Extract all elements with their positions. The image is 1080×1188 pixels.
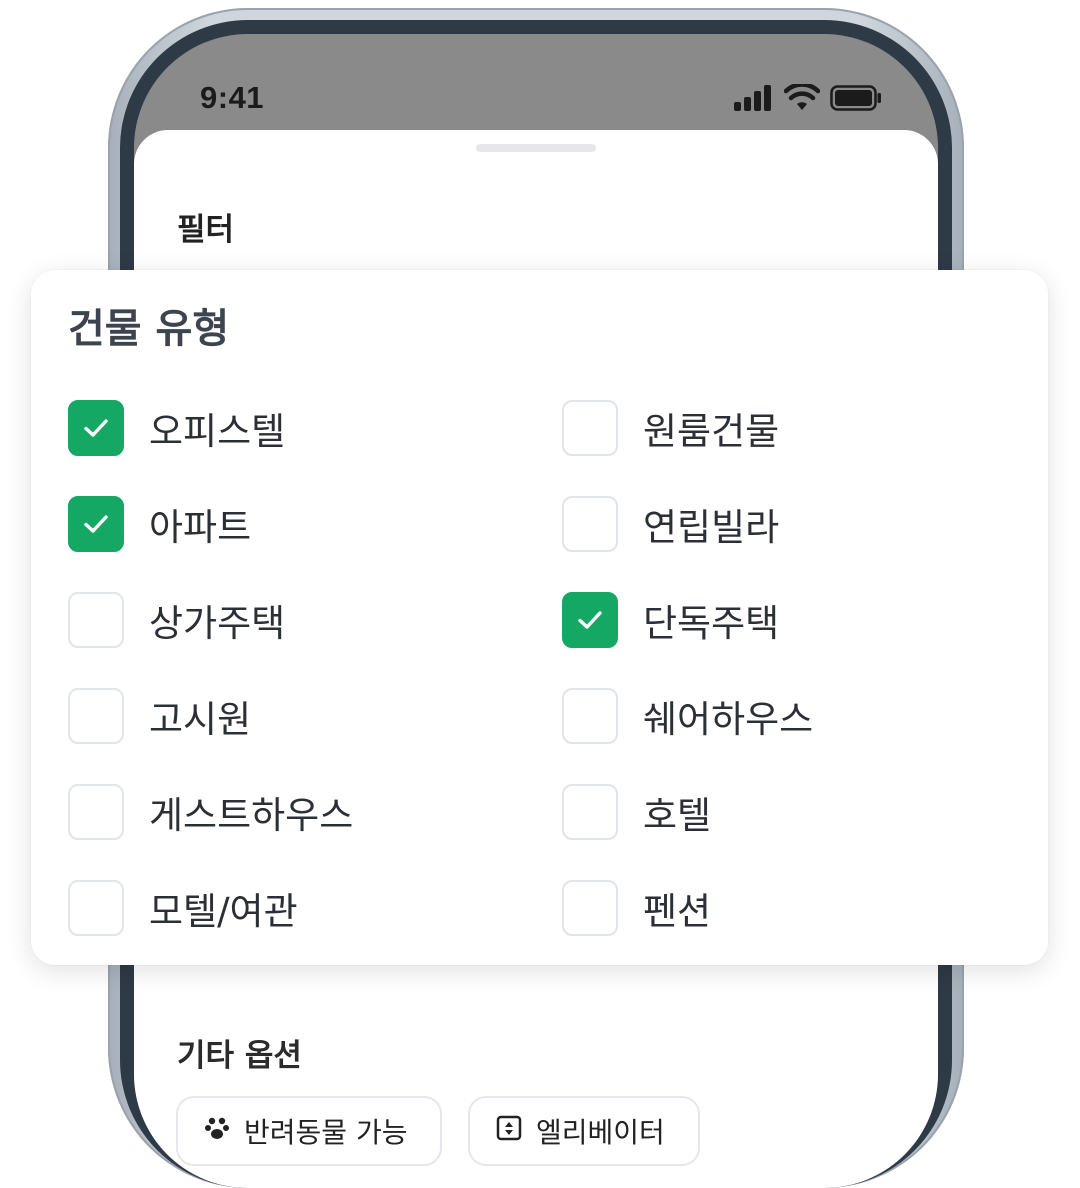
- battery-icon: [830, 85, 882, 115]
- option-apartment[interactable]: 아파트: [68, 495, 251, 553]
- checkbox[interactable]: [562, 784, 618, 840]
- option-sharehouse[interactable]: 쉐어하우스: [562, 687, 813, 745]
- status-time: 9:41: [200, 80, 265, 115]
- wifi-icon: [783, 82, 821, 116]
- option-motel-inn[interactable]: 모텔/여관: [68, 879, 298, 937]
- status-icons: [734, 82, 882, 116]
- option-label: 오피스텔: [149, 410, 286, 453]
- sheet-drag-handle[interactable]: [476, 144, 596, 152]
- checkbox[interactable]: [68, 784, 124, 840]
- checkbox[interactable]: [562, 400, 618, 456]
- checkmark-icon: [84, 515, 108, 533]
- option-label: 아파트: [149, 506, 252, 549]
- option-pension[interactable]: 펜션: [562, 879, 711, 937]
- checkmark-icon: [84, 419, 108, 437]
- building-type-card: 건물 유형 오피스텔 원룸건물 아파트 연립빌라 상가주택 단독주택 고시원 쉐…: [31, 270, 1048, 965]
- checkbox[interactable]: [68, 688, 124, 744]
- option-label: 호텔: [643, 794, 712, 837]
- checkbox[interactable]: [68, 400, 124, 456]
- paw-icon: [204, 1115, 230, 1148]
- option-guesthouse[interactable]: 게스트하우스: [68, 783, 353, 841]
- checkbox[interactable]: [562, 880, 618, 936]
- checkbox[interactable]: [562, 688, 618, 744]
- option-gosiwon[interactable]: 고시원: [68, 687, 251, 745]
- option-label: 원룸건물: [643, 410, 780, 453]
- checkbox[interactable]: [562, 496, 618, 552]
- option-label: 단독주택: [643, 602, 780, 645]
- option-label: 상가주택: [149, 602, 286, 645]
- option-label: 게스트하우스: [149, 794, 354, 837]
- elevator-label: 엘리베이터: [536, 1116, 665, 1149]
- checkbox[interactable]: [562, 592, 618, 648]
- checkmark-icon: [578, 611, 602, 629]
- pet-allowed-label: 반려동물 가능: [244, 1116, 408, 1149]
- building-type-title: 건물 유형: [68, 306, 230, 352]
- option-label: 쉐어하우스: [643, 698, 814, 741]
- option-label: 모텔/여관: [149, 890, 298, 933]
- option-label: 연립빌라: [643, 506, 780, 549]
- option-officetel[interactable]: 오피스텔: [68, 399, 285, 457]
- cellular-signal-icon: [734, 85, 774, 115]
- checkbox[interactable]: [68, 880, 124, 936]
- pet-allowed-chip[interactable]: 반려동물 가능: [176, 1096, 442, 1166]
- option-label: 고시원: [149, 698, 252, 741]
- option-villa[interactable]: 연립빌라: [562, 495, 779, 553]
- sheet-title: 필터: [177, 212, 235, 248]
- option-oneroom-building[interactable]: 원룸건물: [562, 399, 779, 457]
- option-detached-house[interactable]: 단독주택: [562, 591, 779, 649]
- elevator-chip[interactable]: 엘리베이터: [468, 1096, 700, 1166]
- checkbox[interactable]: [68, 496, 124, 552]
- option-hotel[interactable]: 호텔: [562, 783, 711, 841]
- elevator-icon: [496, 1115, 522, 1148]
- option-label: 펜션: [643, 890, 712, 933]
- other-options-title: 기타 옵션: [177, 1038, 302, 1074]
- option-commercial-house[interactable]: 상가주택: [68, 591, 285, 649]
- checkbox[interactable]: [68, 592, 124, 648]
